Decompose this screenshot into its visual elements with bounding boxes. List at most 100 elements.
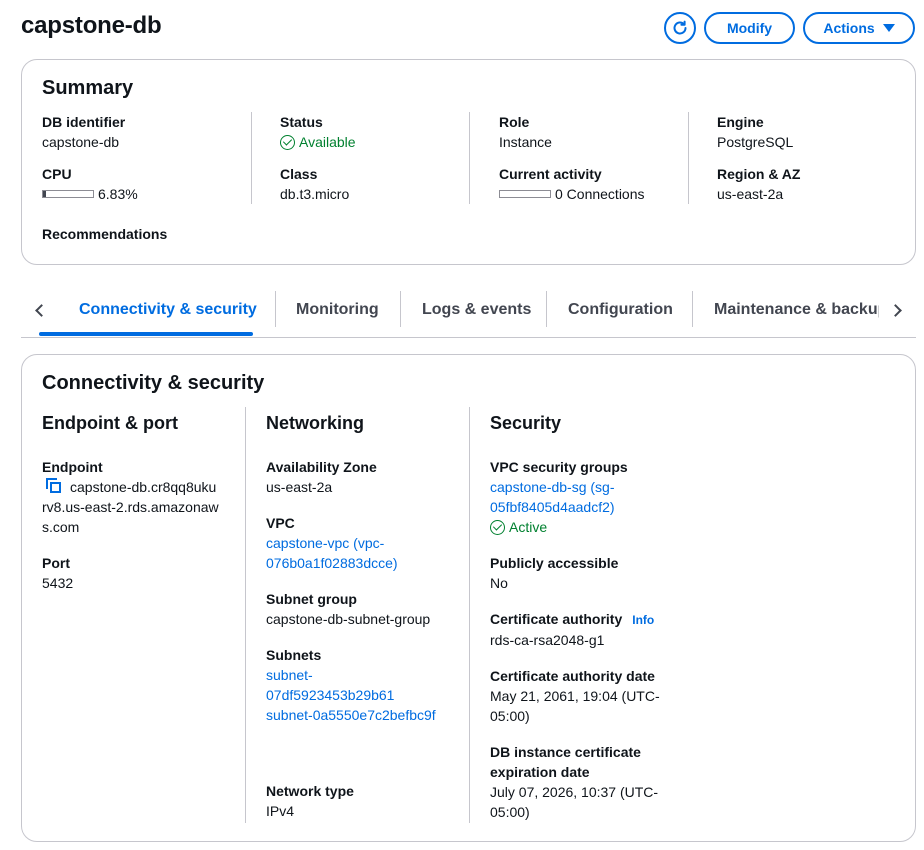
- tab-bar: Connectivity & security Monitoring Logs …: [21, 284, 916, 338]
- refresh-icon: [673, 20, 687, 35]
- cert-exp-label: DB instance certificate: [490, 744, 641, 760]
- az-label: Availability Zone: [266, 459, 377, 475]
- sg-label: VPC security groups: [490, 459, 628, 475]
- endpoint-line: rv8.us-east-2.rds.amazonaw: [42, 499, 219, 515]
- endpoint-section: Endpoint & port Endpoint capstone-db.cr8…: [42, 413, 232, 593]
- current-activity-label: Current activity: [499, 166, 602, 182]
- tab-divider: [400, 291, 401, 327]
- security-section-title: Security: [490, 413, 562, 433]
- sg-link-line: 05fbf8405d4aadcf2): [490, 499, 615, 515]
- tab-connectivity-security[interactable]: Connectivity & security: [79, 290, 257, 330]
- role-label: Role: [499, 114, 530, 130]
- actions-button[interactable]: Actions: [803, 12, 915, 44]
- check-circle-icon: [280, 134, 295, 150]
- vpc-label: VPC: [266, 515, 295, 531]
- endpoint-label: Endpoint: [42, 459, 103, 475]
- class-label: Class: [280, 166, 318, 182]
- ca-info-link[interactable]: Info: [632, 613, 654, 627]
- summary-col-engine: Engine PostgreSQL Region & AZ us-east-2a: [717, 112, 897, 204]
- tab-maintenance-backups[interactable]: Maintenance & backups: [714, 290, 879, 330]
- class-value: db.t3.micro: [280, 186, 350, 202]
- cpu-meter-fill: [43, 191, 47, 197]
- summary-divider: [688, 112, 689, 204]
- networking-section: Networking Availability Zone us-east-2a …: [266, 413, 466, 821]
- refresh-button[interactable]: [664, 12, 696, 44]
- cpu-meter: [42, 190, 94, 198]
- modify-button[interactable]: Modify: [704, 12, 795, 44]
- activity-meter: [499, 190, 551, 198]
- activity-meter-row: 0 Connections: [499, 184, 689, 204]
- summary-col-status: Status Available Class db.t3.micro: [280, 112, 470, 204]
- region-label: Region & AZ: [717, 166, 801, 182]
- subnet-link[interactable]: subnet- 07df5923453b29b61: [266, 665, 466, 705]
- vpc-link[interactable]: capstone-vpc (vpc- 076b0a1f02883dcce): [266, 533, 466, 573]
- db-identifier-label: DB identifier: [42, 114, 126, 130]
- network-type-label: Network type: [266, 783, 354, 799]
- sg-link-line: capstone-db-sg (sg-: [490, 479, 615, 495]
- cert-exp-line: 05:00): [490, 804, 530, 820]
- networking-section-title: Networking: [266, 413, 365, 433]
- subnet-link-line: subnet-: [266, 667, 313, 683]
- public-label: Publicly accessible: [490, 555, 619, 571]
- subnet-group-value: capstone-db-subnet-group: [266, 611, 431, 627]
- section-divider: [245, 407, 246, 823]
- tab-label: Configuration: [568, 301, 673, 318]
- recommendations-label: Recommendations: [42, 226, 168, 242]
- summary-divider: [469, 112, 470, 204]
- tabs-scroll-left[interactable]: [29, 300, 49, 320]
- security-section: Security VPC security groups capstone-db…: [490, 413, 690, 822]
- ca-label: Certificate authority: [490, 611, 623, 627]
- cert-exp-line: July 07, 2026, 10:37 (UTC-: [490, 784, 659, 800]
- tab-divider: [546, 291, 547, 327]
- vpc-link-line: capstone-vpc (vpc-: [266, 535, 385, 551]
- db-identifier-value: capstone-db: [42, 134, 120, 150]
- subnet-link[interactable]: subnet-0a5550e7c2befbc9f: [266, 705, 466, 725]
- endpoint-line: capstone-db.cr8qq8uku: [70, 479, 217, 495]
- current-activity-value: 0 Connections: [555, 186, 645, 202]
- endpoint-line: s.com: [42, 519, 80, 535]
- vpc-link-line: 076b0a1f02883dcce): [266, 555, 398, 571]
- ca-date-label: Certificate authority date: [490, 668, 655, 684]
- tab-configuration[interactable]: Configuration: [568, 290, 673, 330]
- cert-exp-label: expiration date: [490, 764, 590, 780]
- subnet-group-label: Subnet group: [266, 591, 357, 607]
- modify-button-label: Modify: [726, 20, 773, 36]
- tab-monitoring[interactable]: Monitoring: [296, 290, 379, 330]
- summary-title: Summary: [42, 77, 134, 99]
- tab-label: Monitoring: [296, 301, 379, 318]
- connectivity-title: Connectivity & security: [42, 372, 265, 394]
- tab-logs-events[interactable]: Logs & events: [422, 290, 531, 330]
- engine-label: Engine: [717, 114, 764, 130]
- tab-divider: [275, 291, 276, 327]
- chevron-right-icon: [888, 303, 902, 317]
- sg-status-value: Active: [509, 519, 548, 535]
- status-value: Available: [299, 134, 356, 150]
- summary-col-identifier: DB identifier capstone-db CPU 6.83%: [42, 112, 242, 204]
- engine-value: PostgreSQL: [717, 134, 794, 150]
- check-circle-icon: [490, 519, 505, 535]
- copy-icon[interactable]: [46, 478, 62, 494]
- tab-label: Logs & events: [422, 301, 532, 318]
- subnets-label: Subnets: [266, 647, 322, 663]
- tabs-scroll-right[interactable]: [887, 300, 907, 320]
- ca-date-line: 05:00): [490, 708, 530, 724]
- summary-divider: [251, 112, 252, 204]
- status-badge: Available: [280, 132, 470, 152]
- page-title: capstone-db: [21, 12, 162, 39]
- summary-col-role: Role Instance Current activity 0 Connect…: [499, 112, 689, 204]
- port-value: 5432: [42, 575, 74, 591]
- endpoint-section-title: Endpoint & port: [42, 413, 178, 433]
- security-group-link[interactable]: capstone-db-sg (sg- 05fbf8405d4aadcf2): [490, 477, 690, 517]
- network-type-value: IPv4: [266, 803, 295, 819]
- ca-date-line: May 21, 2061, 19:04 (UTC-: [490, 688, 660, 704]
- tab-label: Maintenance & backups: [714, 301, 879, 318]
- ca-label-row: Certificate authority Info: [490, 609, 690, 630]
- endpoint-value: capstone-db.cr8qq8uku: [42, 477, 232, 497]
- cpu-value: 6.83%: [98, 186, 138, 202]
- status-label: Status: [280, 114, 323, 130]
- port-label: Port: [42, 555, 70, 571]
- chevron-left-icon: [34, 303, 48, 317]
- ca-value: rds-ca-rsa2048-g1: [490, 632, 605, 648]
- public-value: No: [490, 575, 508, 591]
- subnet-link-line: 07df5923453b29b61: [266, 687, 395, 703]
